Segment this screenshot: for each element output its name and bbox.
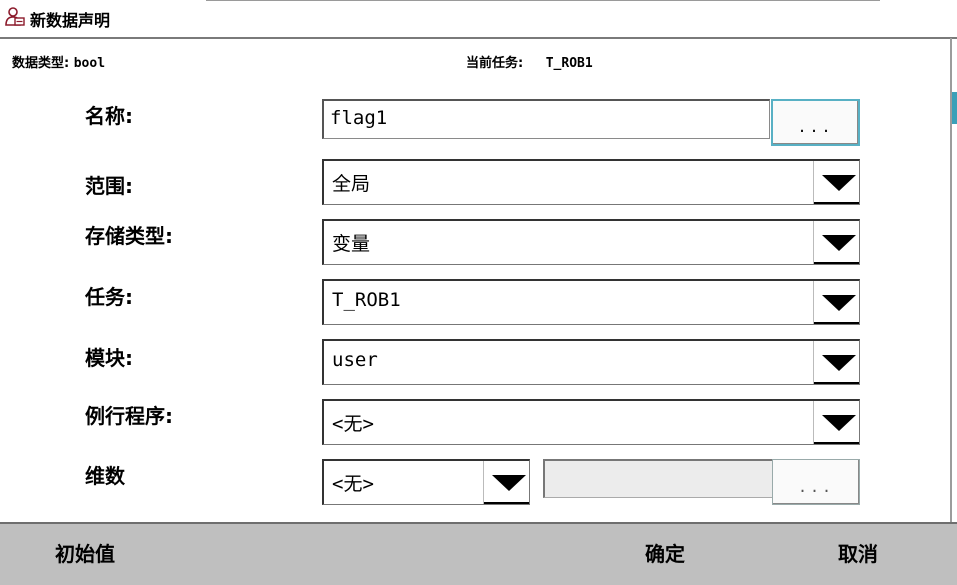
- scope-dropdown[interactable]: 全局: [322, 159, 860, 205]
- name-label: 名称:: [85, 104, 133, 128]
- storage-type-value: 变量: [332, 233, 371, 255]
- chevron-down-icon[interactable]: [813, 401, 859, 444]
- dimension-dropdown[interactable]: <无>: [322, 459, 530, 505]
- dimension-value: <无>: [332, 473, 374, 495]
- routine-value: <无>: [332, 413, 374, 435]
- cancel-button[interactable]: 取消: [838, 538, 878, 567]
- chevron-down-icon[interactable]: [813, 281, 859, 324]
- current-task-label: 当前任务:: [466, 56, 524, 71]
- chevron-down-icon[interactable]: [813, 341, 859, 384]
- ok-button[interactable]: 确定: [645, 538, 685, 567]
- title-divider: [206, 0, 880, 1]
- name-value: flag1: [330, 107, 388, 129]
- chevron-down-icon[interactable]: [483, 461, 529, 504]
- command-bar: 初始值 确定 取消: [0, 522, 957, 585]
- scope-value: 全局: [332, 173, 371, 195]
- storage-type-label: 存储类型:: [85, 224, 173, 248]
- storage-type-dropdown[interactable]: 变量: [322, 219, 860, 265]
- data-declaration-icon: [5, 7, 25, 26]
- task-dropdown[interactable]: T_ROB1: [322, 279, 860, 325]
- task-label: 任务:: [85, 285, 133, 309]
- routine-label: 例行程序:: [85, 404, 173, 428]
- module-dropdown[interactable]: user: [322, 339, 860, 385]
- dimension-size-field: [543, 459, 775, 498]
- data-type-info: 数据类型: bool: [12, 52, 105, 71]
- data-type-value: bool: [73, 56, 106, 71]
- chevron-down-icon[interactable]: [813, 161, 859, 204]
- module-label: 模块:: [85, 346, 133, 370]
- name-field[interactable]: flag1: [322, 99, 770, 139]
- scope-label: 范围:: [85, 174, 133, 198]
- dimension-label: 维数: [85, 464, 125, 488]
- current-task-value: T_ROB1: [545, 56, 593, 71]
- task-value: T_ROB1: [332, 289, 401, 311]
- header-separator: [0, 37, 957, 39]
- chevron-down-icon[interactable]: [813, 221, 859, 264]
- window-title: 新数据声明: [30, 11, 111, 30]
- module-value: user: [332, 349, 378, 371]
- initial-value-button[interactable]: 初始值: [55, 538, 115, 567]
- title-bar: 新数据声明: [0, 0, 957, 36]
- scroll-accent: [952, 92, 957, 124]
- routine-dropdown[interactable]: <无>: [322, 399, 860, 445]
- current-task-info: 当前任务: T_ROB1: [466, 52, 593, 71]
- dimension-browse-button[interactable]: ...: [772, 459, 860, 505]
- name-browse-button[interactable]: ...: [771, 99, 860, 146]
- data-type-label: 数据类型:: [12, 56, 70, 71]
